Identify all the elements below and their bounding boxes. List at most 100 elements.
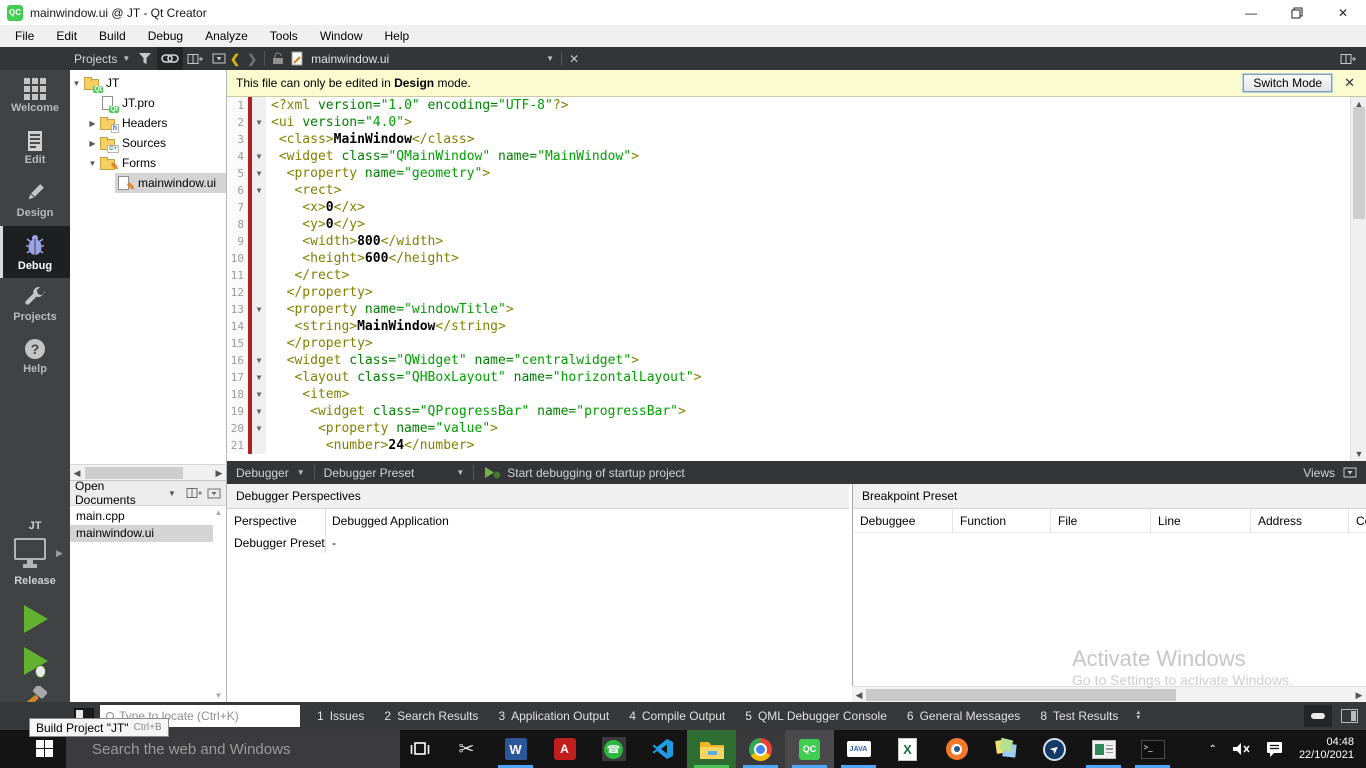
column-header[interactable]: Perspective bbox=[227, 514, 325, 528]
mode-projects[interactable]: Projects bbox=[0, 278, 70, 330]
file-explorer-icon[interactable] bbox=[687, 730, 736, 768]
blender-icon[interactable] bbox=[932, 730, 981, 768]
menu-tools[interactable]: Tools bbox=[259, 26, 309, 46]
filter-tree-button[interactable] bbox=[134, 47, 157, 70]
tree-item-sources[interactable]: ▶ C+ Sources bbox=[70, 133, 226, 153]
menu-edit[interactable]: Edit bbox=[45, 26, 88, 46]
output-pane-general-messages[interactable]: 6 General Messages bbox=[900, 709, 1027, 723]
vscode-icon[interactable] bbox=[638, 730, 687, 768]
fold-marker-icon[interactable]: ▼ bbox=[252, 301, 266, 318]
menu-file[interactable]: File bbox=[4, 26, 45, 46]
column-header[interactable]: Debugged Application bbox=[325, 514, 449, 528]
scroll-left-arrow[interactable]: ◀ bbox=[852, 687, 866, 703]
go-back-button[interactable]: ❮ bbox=[230, 52, 240, 66]
open-document-selector[interactable]: mainwindow.ui bbox=[311, 52, 389, 66]
breakpoint-column-file[interactable]: File bbox=[1051, 508, 1151, 533]
tree-item-jt-pro[interactable]: Qt JT.pro bbox=[70, 93, 226, 113]
tree-expander-icon[interactable]: ▼ bbox=[86, 159, 99, 168]
menu-analyze[interactable]: Analyze bbox=[194, 26, 259, 46]
tray-chevron-up-icon[interactable]: ⌃ bbox=[1209, 744, 1217, 755]
fold-marker-icon[interactable]: ▼ bbox=[252, 352, 266, 369]
breakpoint-column-function[interactable]: Function bbox=[953, 508, 1051, 533]
output-pane-issues[interactable]: 1 Issues bbox=[310, 709, 371, 723]
minimize-button[interactable]: — bbox=[1228, 0, 1274, 25]
fold-marker-icon[interactable]: ▼ bbox=[252, 386, 266, 403]
java-app-icon[interactable]: JAVA bbox=[834, 730, 883, 768]
tree-item-jt[interactable]: ▼ Qt JT bbox=[70, 73, 226, 93]
chrome-icon[interactable] bbox=[736, 730, 785, 768]
sticky-notes-icon[interactable] bbox=[981, 730, 1030, 768]
open-document-mainwindow-ui[interactable]: mainwindow.ui bbox=[70, 525, 213, 542]
split-plus-icon[interactable] bbox=[186, 487, 202, 499]
switch-mode-button[interactable]: Switch Mode bbox=[1243, 74, 1333, 92]
debugger-preset-dropdown[interactable]: Debugger Preset ▼ bbox=[315, 461, 474, 484]
projects-pane-selector[interactable]: Projects ▼ bbox=[74, 47, 130, 70]
chevron-down-icon[interactable]: ▼ bbox=[168, 489, 176, 498]
run-button[interactable] bbox=[24, 605, 48, 633]
output-pane-search-results[interactable]: 2 Search Results bbox=[377, 709, 485, 723]
volume-muted-icon[interactable] bbox=[1232, 742, 1251, 756]
output-pane-test-results[interactable]: 8 Test Results bbox=[1033, 709, 1125, 723]
mode-help[interactable]: ? Help bbox=[0, 330, 70, 382]
editor-vertical-scrollbar[interactable]: ▲ ▼ bbox=[1350, 97, 1366, 461]
split-pane-button[interactable] bbox=[183, 47, 208, 70]
tray-clock[interactable]: 04:48 22/10/2021 bbox=[1299, 736, 1354, 762]
mode-welcome[interactable]: Welcome bbox=[0, 70, 70, 122]
views-menu[interactable]: Views bbox=[1303, 466, 1366, 480]
tree-expander-icon[interactable]: ▶ bbox=[86, 139, 99, 148]
breakpoint-column-debuggee[interactable]: Debuggee bbox=[853, 508, 953, 533]
code-editor[interactable]: 1 <?xml version="1.0" encoding="UTF-8"?> 2… bbox=[227, 97, 1350, 461]
scroll-right-arrow[interactable]: ▶ bbox=[212, 465, 226, 481]
mode-design[interactable]: Design bbox=[0, 174, 70, 226]
tree-expander-icon[interactable]: ▶ bbox=[86, 119, 99, 128]
toggle-right-sidebar-icon[interactable] bbox=[1341, 709, 1358, 723]
acrobat-icon[interactable]: A bbox=[540, 730, 589, 768]
scrollbar-thumb[interactable] bbox=[85, 467, 183, 479]
close-document-button[interactable]: ✕ bbox=[569, 52, 579, 66]
go-forward-button[interactable]: ❯ bbox=[247, 52, 257, 66]
menu-debug[interactable]: Debug bbox=[137, 26, 194, 46]
output-pane-compile-output[interactable]: 4 Compile Output bbox=[622, 709, 732, 723]
scrollbar-thumb[interactable] bbox=[1353, 107, 1365, 219]
breakpoint-horizontal-scrollbar[interactable]: ◀ ▶ bbox=[852, 686, 1366, 702]
start-button[interactable] bbox=[36, 740, 53, 760]
breakpoint-column-address[interactable]: Address bbox=[1251, 508, 1349, 533]
whatsapp-icon[interactable]: ☎ bbox=[589, 730, 638, 768]
tree-item-headers[interactable]: ▶ h Headers bbox=[70, 113, 226, 133]
system-monitor-icon[interactable] bbox=[1079, 730, 1128, 768]
box-down-icon[interactable] bbox=[207, 488, 221, 499]
start-debugging-toolbar-button[interactable]: Start debugging of startup project bbox=[474, 466, 694, 480]
word-icon[interactable]: W bbox=[491, 730, 540, 768]
tree-item-forms[interactable]: ▼ ✎ Forms bbox=[70, 153, 226, 173]
fold-marker-icon[interactable]: ▼ bbox=[252, 114, 266, 131]
output-pane-application-output[interactable]: 3 Application Output bbox=[491, 709, 616, 723]
scroll-down-arrow[interactable]: ▼ bbox=[1351, 447, 1366, 461]
tree-item-mainwindow-ui[interactable]: ✎ mainwindow.ui bbox=[70, 173, 226, 193]
open-documents-title[interactable]: Open Documents bbox=[75, 479, 163, 507]
split-editor-button[interactable] bbox=[1336, 47, 1361, 70]
close-pane-button[interactable] bbox=[208, 47, 231, 70]
scrollbar-thumb[interactable] bbox=[866, 689, 1176, 701]
projects-horizontal-scrollbar[interactable]: ◀ ▶ bbox=[70, 464, 227, 480]
cmd-icon[interactable]: >_ bbox=[1128, 730, 1177, 768]
chevron-down-icon[interactable]: ▼ bbox=[546, 54, 554, 63]
fold-marker-icon[interactable]: ▼ bbox=[252, 369, 266, 386]
breakpoint-column-line[interactable]: Line bbox=[1151, 508, 1251, 533]
task-view-button[interactable] bbox=[410, 741, 430, 759]
menu-build[interactable]: Build bbox=[88, 26, 137, 46]
fold-marker-icon[interactable]: ▼ bbox=[252, 182, 266, 199]
breakpoint-column-co[interactable]: Co bbox=[1349, 509, 1366, 533]
scroll-right-arrow[interactable]: ▶ bbox=[1352, 687, 1366, 703]
mode-debug[interactable]: Debug bbox=[0, 226, 70, 278]
output-pane-qml-debugger-console[interactable]: 5 QML Debugger Console bbox=[738, 709, 894, 723]
menu-help[interactable]: Help bbox=[374, 26, 421, 46]
fold-marker-icon[interactable]: ▼ bbox=[252, 420, 266, 437]
open-document-main-cpp[interactable]: main.cpp bbox=[70, 508, 213, 525]
menu-window[interactable]: Window bbox=[309, 26, 374, 46]
debugger-dropdown[interactable]: Debugger ▼ bbox=[227, 461, 314, 484]
close-button[interactable]: ✕ bbox=[1320, 0, 1366, 25]
infobar-close-icon[interactable]: ✕ bbox=[1344, 75, 1355, 91]
snipping-tool-icon[interactable]: ✂ bbox=[442, 730, 491, 768]
action-center-icon[interactable] bbox=[1266, 741, 1284, 757]
mode-edit[interactable]: Edit bbox=[0, 122, 70, 174]
